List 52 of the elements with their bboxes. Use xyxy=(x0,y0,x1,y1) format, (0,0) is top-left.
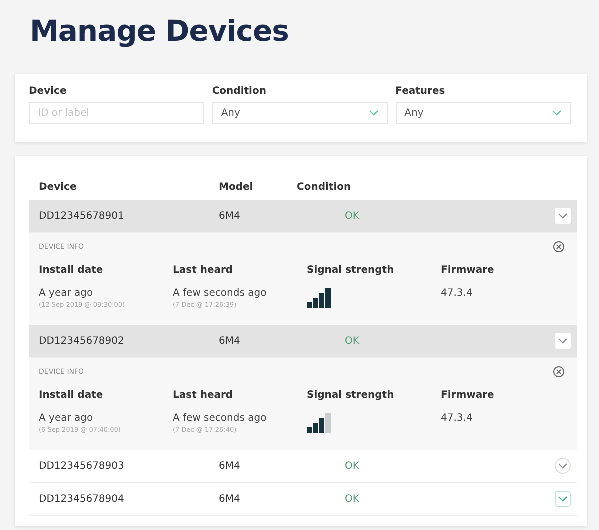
chevron-down-icon xyxy=(558,338,568,344)
device-id: DD12345678904 xyxy=(39,494,126,504)
device-row[interactable]: DD12345678903 6M4 OK xyxy=(29,450,577,483)
model-value: 6M4 xyxy=(219,336,242,346)
filter-label: Condition xyxy=(212,86,268,97)
last-heard: A few seconds ago xyxy=(173,288,268,299)
chevron-down-icon xyxy=(558,463,568,469)
condition-status: OK xyxy=(344,336,360,346)
expand-button[interactable] xyxy=(555,491,571,507)
dropdown[interactable]: Any xyxy=(212,102,388,124)
device-search-field[interactable]: ID or label xyxy=(29,102,204,124)
chevron-down-icon xyxy=(368,110,379,116)
info-label: Last heard xyxy=(173,390,234,401)
signal-strength-icon xyxy=(307,413,331,433)
condition-status: OK xyxy=(344,460,360,472)
device-row[interactable]: DD12345678901 6M4 OK xyxy=(29,200,577,233)
info-label: Install date xyxy=(39,265,104,276)
model-value: 6M4 xyxy=(219,210,242,222)
device-row[interactable]: DD12345678902 6M4 OK xyxy=(29,325,577,358)
close-icon[interactable] xyxy=(553,366,565,378)
device-row[interactable]: DD12345678904 6M4 OK xyxy=(29,483,577,516)
filter-label: Features xyxy=(396,86,446,97)
dropdown[interactable]: Any xyxy=(396,102,571,124)
install-date: A year ago xyxy=(39,413,94,424)
last-heard: A few seconds ago xyxy=(173,413,268,424)
device-id: DD12345678902 xyxy=(39,336,126,346)
column-header: Model xyxy=(219,182,254,192)
info-label: Last heard xyxy=(173,265,234,276)
expand-button[interactable] xyxy=(555,458,571,474)
info-label: Install date xyxy=(39,390,104,401)
info-label: Signal strength xyxy=(307,265,396,276)
device-id: DD12345678903 xyxy=(39,460,126,472)
condition-status: OK xyxy=(344,494,360,504)
device-id: DD12345678901 xyxy=(39,210,126,222)
chevron-down-icon xyxy=(558,496,568,502)
install-date: A year ago xyxy=(39,288,94,299)
signal-strength-icon xyxy=(307,288,331,308)
column-header: Device xyxy=(39,182,78,192)
firmware-version: 47.3.4 xyxy=(441,413,474,424)
page-title: Manage Devices xyxy=(29,13,290,50)
info-label: Firmware xyxy=(441,265,496,276)
model-value: 6M4 xyxy=(219,460,242,472)
chevron-down-icon xyxy=(558,213,568,219)
info-label: Signal strength xyxy=(307,390,396,401)
close-icon[interactable] xyxy=(553,241,565,253)
condition-status: OK xyxy=(344,210,360,222)
info-label: Firmware xyxy=(441,390,496,401)
model-value: 6M4 xyxy=(219,494,242,504)
filter-label: Device xyxy=(29,86,68,97)
chevron-down-icon xyxy=(552,110,562,116)
firmware-version: 47.3.4 xyxy=(441,288,474,299)
column-header: Condition xyxy=(297,182,352,192)
